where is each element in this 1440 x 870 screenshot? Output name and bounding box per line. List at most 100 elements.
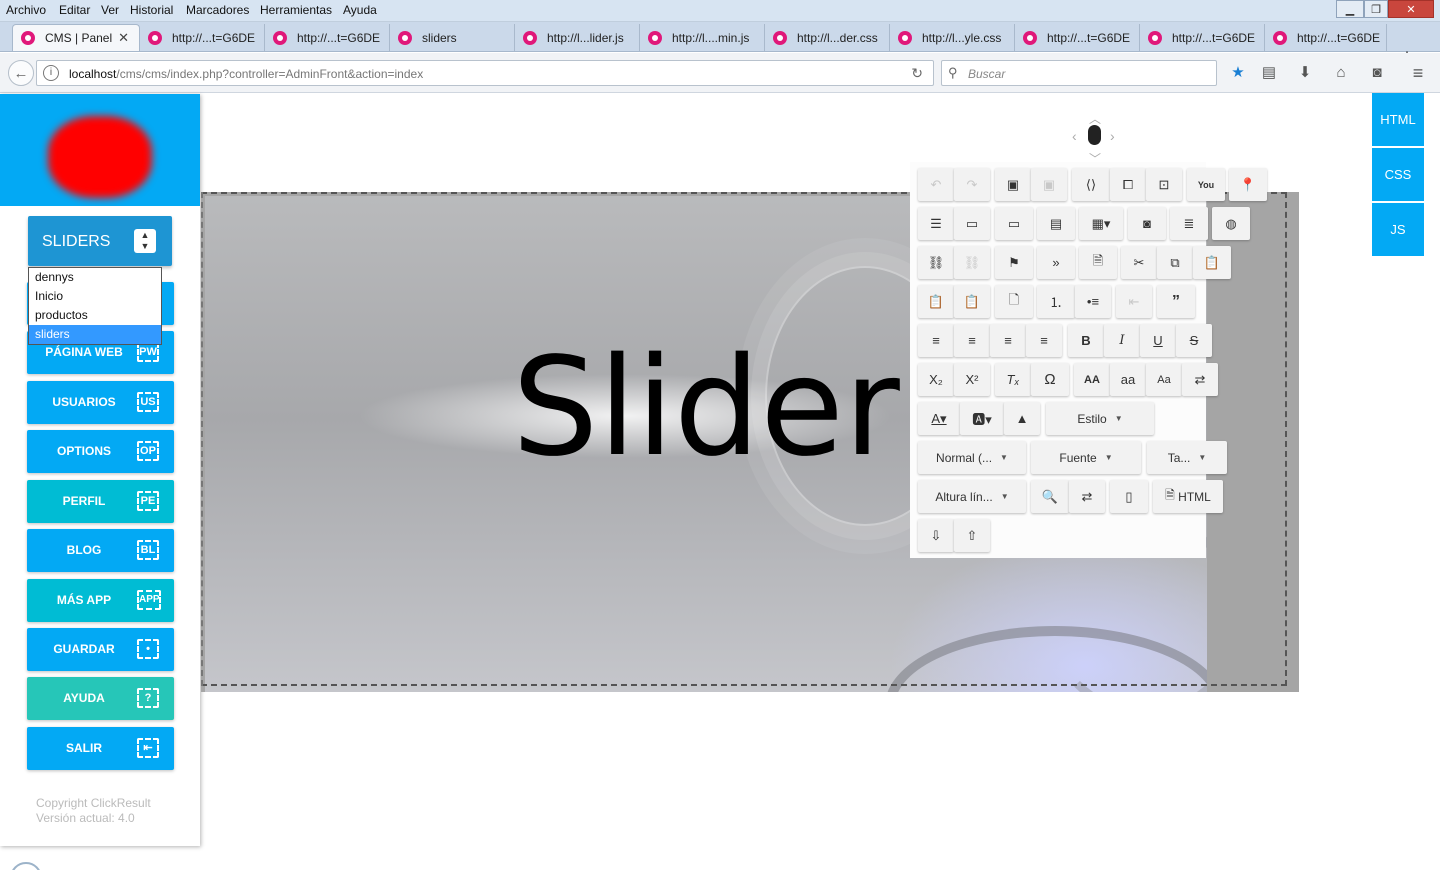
- floating-circle-button[interactable]: [10, 862, 42, 870]
- code-window-icon[interactable]: ⊡: [1146, 168, 1182, 201]
- map-pin-icon[interactable]: 📍: [1229, 168, 1267, 201]
- line-height-dropdown[interactable]: Altura lín... ▼: [918, 480, 1026, 513]
- paste-text-icon[interactable]: 📋: [918, 285, 954, 318]
- menu-historial[interactable]: Historial: [130, 3, 173, 17]
- menu-editar[interactable]: Editar: [59, 3, 90, 17]
- chevrons-right-icon[interactable]: »: [1037, 246, 1075, 279]
- unlink-icon[interactable]: ⛓: [954, 246, 990, 279]
- browser-tab-cms-panel[interactable]: CMS | Panel ✕: [12, 24, 140, 51]
- browser-tab[interactable]: http://...t=G6DE: [265, 24, 390, 51]
- move-handle[interactable]: ︿ ‹ › ﹀: [1072, 110, 1118, 166]
- close-tab-icon[interactable]: ✕: [118, 30, 129, 46]
- font-weight-icon[interactable]: ▲: [1004, 402, 1040, 435]
- globe-icon[interactable]: ◍: [1212, 207, 1250, 240]
- salir-button[interactable]: SALIR ⇤: [27, 727, 174, 770]
- info-icon[interactable]: i: [43, 65, 59, 81]
- dropdown-option[interactable]: Inicio: [29, 287, 161, 306]
- html-tab[interactable]: HTML: [1372, 93, 1424, 146]
- capitalize-icon[interactable]: Aa: [1146, 363, 1182, 396]
- lowercase-icon[interactable]: aa: [1110, 363, 1146, 396]
- numbered-list-icon[interactable]: ⒈: [1037, 285, 1075, 318]
- blog-button[interactable]: BLOG BL: [27, 529, 174, 572]
- menu-archivo[interactable]: Archivo: [6, 3, 46, 17]
- options-button[interactable]: OPTIONS OP: [27, 430, 174, 473]
- browser-tab[interactable]: sliders: [390, 24, 515, 51]
- menu-ver[interactable]: Ver: [101, 3, 119, 17]
- media-icon[interactable]: ◙: [1128, 207, 1166, 240]
- align-right-icon[interactable]: ≡: [990, 324, 1026, 357]
- slider-title[interactable]: Slider: [512, 340, 900, 476]
- special-char-icon[interactable]: Ω: [1031, 363, 1069, 396]
- template-icon[interactable]: ☰: [918, 207, 954, 240]
- cut-icon[interactable]: ✂: [1121, 246, 1157, 279]
- button-element-icon[interactable]: ▭: [995, 207, 1033, 240]
- size-dropdown[interactable]: Ta... ▼: [1147, 441, 1227, 474]
- ayuda-button[interactable]: AYUDA?: [27, 677, 174, 720]
- mas-app-button[interactable]: MÁS APP APP: [27, 579, 174, 622]
- outdent-icon[interactable]: ⇤: [1116, 285, 1152, 318]
- preview-icon[interactable]: ▯: [1110, 480, 1148, 513]
- undo-icon[interactable]: ↶: [918, 168, 954, 201]
- guardar-button[interactable]: GUARDAR •: [27, 628, 174, 671]
- italic-icon[interactable]: I: [1104, 324, 1140, 357]
- download-icon[interactable]: ⬇: [1295, 63, 1315, 83]
- search-input[interactable]: ⚲ Buscar: [941, 60, 1217, 86]
- chevron-right-icon[interactable]: ›: [1110, 128, 1115, 144]
- browser-tab[interactable]: http://...t=G6DE: [1265, 24, 1387, 51]
- browser-tab[interactable]: http://l....min.js: [640, 24, 765, 51]
- image-icon[interactable]: ▣: [995, 168, 1031, 201]
- replace-icon[interactable]: ⇄: [1069, 480, 1105, 513]
- dropdown-option-selected[interactable]: sliders: [29, 325, 161, 344]
- page-select[interactable]: SLIDERS ▲ ▼: [28, 216, 172, 266]
- redo-icon[interactable]: ↷: [954, 168, 990, 201]
- menu-ayuda[interactable]: Ayuda: [343, 3, 377, 17]
- usuarios-button[interactable]: USUARIOS US: [27, 381, 174, 424]
- align-justify-icon[interactable]: ≡: [1026, 324, 1062, 357]
- paste-icon[interactable]: 📋: [1193, 246, 1231, 279]
- subscript-icon[interactable]: X₂: [918, 363, 954, 396]
- move-down-icon[interactable]: ⇩: [918, 519, 954, 552]
- browser-tab[interactable]: http://l...lider.js: [515, 24, 640, 51]
- new-page-icon[interactable]: 🗋: [995, 285, 1033, 318]
- browser-tab[interactable]: http://...t=G6DE: [1140, 24, 1265, 51]
- reload-icon[interactable]: ↻: [911, 65, 923, 82]
- translate-icon[interactable]: ⇄: [1182, 363, 1218, 396]
- document-icon[interactable]: 🗎: [1079, 246, 1117, 279]
- background-color-icon[interactable]: 🅰▾: [960, 402, 1004, 435]
- iframe-icon[interactable]: ⟨⟩: [1072, 168, 1110, 201]
- reading-list-icon[interactable]: ▤: [1259, 63, 1279, 83]
- close-window-icon[interactable]: ✕: [1388, 0, 1434, 18]
- page-break-icon[interactable]: ≣: [1170, 207, 1208, 240]
- youtube-icon[interactable]: You: [1187, 168, 1225, 201]
- perfil-button[interactable]: PERFIL PE: [27, 480, 174, 523]
- image-edit-icon[interactable]: ▣: [1031, 168, 1067, 201]
- bullet-list-icon[interactable]: •≡: [1075, 285, 1111, 318]
- menu-herramientas[interactable]: Herramientas: [260, 3, 332, 17]
- align-center-icon[interactable]: ≡: [954, 324, 990, 357]
- browser-tab[interactable]: http://...t=G6DE: [1015, 24, 1140, 51]
- move-up-icon[interactable]: ⇧: [954, 519, 990, 552]
- text-color-icon[interactable]: A▾: [918, 402, 960, 435]
- paste-word-icon[interactable]: 📋: [954, 285, 990, 318]
- source-html-button[interactable]: 🗎 HTML: [1153, 480, 1223, 513]
- bold-icon[interactable]: B: [1068, 324, 1104, 357]
- maximize-icon[interactable]: ❐: [1364, 0, 1388, 18]
- copy-icon[interactable]: ⧉: [1157, 246, 1193, 279]
- embed-icon[interactable]: ⧠: [1110, 168, 1146, 201]
- form-icon[interactable]: ▤: [1037, 207, 1075, 240]
- bookmark-star-icon[interactable]: ★: [1228, 63, 1248, 83]
- dropdown-option[interactable]: productos: [29, 306, 161, 325]
- back-arrow-icon[interactable]: ←: [8, 60, 34, 86]
- table-icon[interactable]: ▦▾: [1079, 207, 1123, 240]
- strikethrough-icon[interactable]: S: [1176, 324, 1212, 357]
- js-tab[interactable]: JS: [1372, 203, 1424, 256]
- browser-tab[interactable]: http://l...der.css: [765, 24, 890, 51]
- underline-icon[interactable]: U: [1140, 324, 1176, 357]
- uppercase-icon[interactable]: AA: [1074, 363, 1110, 396]
- folder-icon[interactable]: ▭: [954, 207, 990, 240]
- format-dropdown[interactable]: Normal (... ▼: [918, 441, 1026, 474]
- minimize-icon[interactable]: ▁: [1336, 0, 1364, 18]
- css-tab[interactable]: CSS: [1372, 148, 1424, 201]
- remove-format-icon[interactable]: Tₓ: [995, 363, 1031, 396]
- url-bar[interactable]: i localhost/cms/cms/index.php?controller…: [36, 60, 934, 86]
